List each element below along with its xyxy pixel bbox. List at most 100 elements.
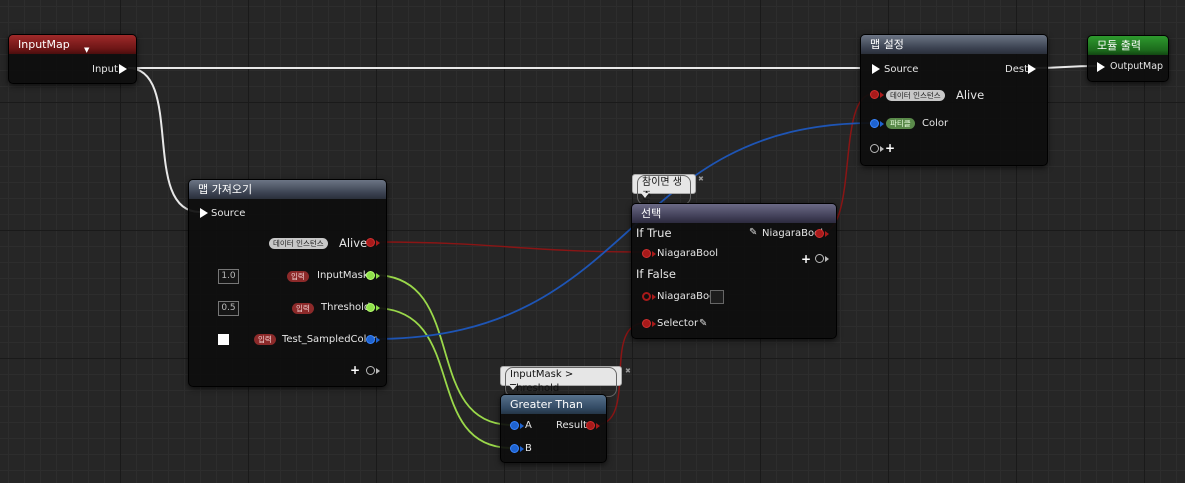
input-map-node[interactable]: InputMap ▼ Input <box>8 34 137 84</box>
greater-b-pin-arrow <box>520 446 524 452</box>
set-map-alive-pin[interactable] <box>870 90 879 99</box>
output-map-exec-pin[interactable] <box>1097 62 1105 72</box>
greater-b-label: B <box>525 443 532 454</box>
select-output-pin[interactable] <box>815 229 824 238</box>
threshold-pin-arrow <box>376 305 380 311</box>
greater-a-label: A <box>525 420 532 431</box>
set-map-alive-badge: 데이터 인스턴스 <box>886 90 945 101</box>
input-mask-pin[interactable] <box>366 271 375 280</box>
selector-label: Selector <box>657 318 699 329</box>
set-map-header[interactable]: 맵 설정 <box>861 35 1047 54</box>
plus-icon[interactable]: + <box>885 142 895 154</box>
selector-pin[interactable] <box>642 319 651 328</box>
sampled-color-label: Test_SampledColor <box>282 334 377 345</box>
get-map-add-pin-arrow <box>376 368 380 374</box>
sampled-color-pin-arrow <box>376 337 380 343</box>
get-map-node[interactable]: 맵 가져오기 Source 데이터 인스턴스 Alive 1.0 입력 Inpu… <box>188 179 387 387</box>
set-map-source-label: Source <box>884 64 919 75</box>
greater-result-pin[interactable] <box>586 421 595 430</box>
get-map-source-label: Source <box>211 208 246 219</box>
set-map-node[interactable]: 맵 설정 Source Dest 데이터 인스턴스 Alive 파티클 Colo… <box>860 34 1048 166</box>
wire-float-inputmask-to-a <box>373 274 513 426</box>
if-false-bool-pin-arrow <box>652 294 656 300</box>
input-exec-pin[interactable] <box>119 64 127 74</box>
set-map-add-pin[interactable] <box>870 144 879 153</box>
input-map-header[interactable]: InputMap ▼ <box>9 35 136 54</box>
set-map-dest-exec-pin[interactable] <box>1028 64 1036 74</box>
selector-pin-arrow <box>652 321 656 327</box>
greater-than-header[interactable]: Greater Than <box>501 395 606 414</box>
select-output-label: NiagaraBool <box>762 228 823 239</box>
greater-comment-pointer <box>509 385 517 390</box>
select-header[interactable]: 선택 <box>632 204 836 223</box>
greater-b-pin[interactable] <box>510 444 519 453</box>
set-map-alive-pin-arrow <box>880 92 884 98</box>
get-map-alive-badge: 데이터 인스턴스 <box>269 238 328 249</box>
set-map-color-badge: 파티클 <box>886 118 915 129</box>
chevron-down-icon[interactable]: ▼ <box>84 41 89 60</box>
threshold-pin[interactable] <box>366 303 375 312</box>
if-true-label: If True <box>636 226 672 240</box>
select-node[interactable]: 선택 If True ✎ NiagaraBool NiagaraBool + I… <box>631 203 837 339</box>
set-map-color-label: Color <box>922 118 949 129</box>
input-mask-label: InputMask <box>317 270 369 281</box>
threshold-badge: 입력 <box>292 303 314 314</box>
close-icon[interactable]: ✖ <box>625 368 631 375</box>
sampled-color-badge: 입력 <box>254 334 276 345</box>
if-true-bool-label: NiagaraBool <box>657 248 718 259</box>
greater-comment-text: InputMask > Threshold <box>505 367 617 397</box>
wire-bool-alive-to-select <box>373 241 647 253</box>
sampled-color-pin[interactable] <box>366 335 375 344</box>
get-map-title: 맵 가져오기 <box>198 183 253 196</box>
output-map-label: OutputMap <box>1110 61 1164 72</box>
close-icon[interactable]: ✖ <box>698 176 704 183</box>
module-output-header[interactable]: 모듈 출력 <box>1088 36 1168 55</box>
input-map-title: InputMap <box>18 38 70 51</box>
greater-than-node[interactable]: Greater Than A Result B <box>500 394 607 463</box>
set-map-title: 맵 설정 <box>870 38 904 51</box>
select-comment-pointer <box>641 193 649 198</box>
get-map-alive-pin[interactable] <box>366 238 375 247</box>
module-output-title: 모듈 출력 <box>1097 39 1141 52</box>
wire-float-threshold-to-b <box>373 307 513 449</box>
greater-result-label: Result <box>556 420 587 431</box>
set-map-color-pin-arrow <box>880 121 884 127</box>
if-false-bool-pin[interactable] <box>642 292 651 301</box>
select-title: 선택 <box>641 207 662 220</box>
input-pin-label: Input <box>92 64 118 75</box>
set-map-source-exec-pin[interactable] <box>872 64 880 74</box>
threshold-default-field[interactable]: 0.5 <box>218 301 239 316</box>
greater-a-pin[interactable] <box>510 421 519 430</box>
plus-icon[interactable]: + <box>350 364 360 376</box>
get-map-alive-label: Alive <box>339 236 368 250</box>
select-comment-bubble[interactable]: 참이면 생존 <box>632 174 696 205</box>
select-add-pin-arrow <box>825 256 829 262</box>
module-output-node[interactable]: 모듈 출력 OutputMap <box>1087 35 1169 82</box>
input-mask-pin-arrow <box>376 273 380 279</box>
plus-icon[interactable]: + <box>801 253 811 265</box>
greater-result-pin-arrow <box>596 423 600 429</box>
greater-a-pin-arrow <box>520 423 524 429</box>
get-map-alive-pin-arrow <box>376 240 380 246</box>
greater-than-title: Greater Than <box>510 398 583 411</box>
set-map-add-pin-arrow <box>880 146 884 152</box>
select-comment-text: 참이면 생존 <box>637 175 691 205</box>
sampled-color-swatch[interactable] <box>218 334 229 345</box>
if-false-bool-label: NiagaraBool <box>657 291 718 302</box>
set-map-dest-label: Dest <box>1005 64 1028 75</box>
if-false-label: If False <box>636 267 676 281</box>
select-add-pin[interactable] <box>815 254 824 263</box>
greater-comment-bubble[interactable]: InputMask > Threshold <box>500 366 622 397</box>
input-mask-default-field[interactable]: 1.0 <box>218 269 239 284</box>
set-map-color-pin[interactable] <box>870 119 879 128</box>
set-map-alive-label: Alive <box>956 88 985 102</box>
get-map-add-pin[interactable] <box>366 366 375 375</box>
if-true-bool-pin-arrow <box>652 251 656 257</box>
pencil-icon[interactable]: ✎ <box>749 227 757 238</box>
get-map-source-exec-pin[interactable] <box>200 208 208 218</box>
pencil-icon[interactable]: ✎ <box>699 318 707 329</box>
input-mask-badge: 입력 <box>287 271 309 282</box>
if-true-bool-pin[interactable] <box>642 249 651 258</box>
if-false-checkbox[interactable] <box>710 290 724 304</box>
get-map-header[interactable]: 맵 가져오기 <box>189 180 386 199</box>
